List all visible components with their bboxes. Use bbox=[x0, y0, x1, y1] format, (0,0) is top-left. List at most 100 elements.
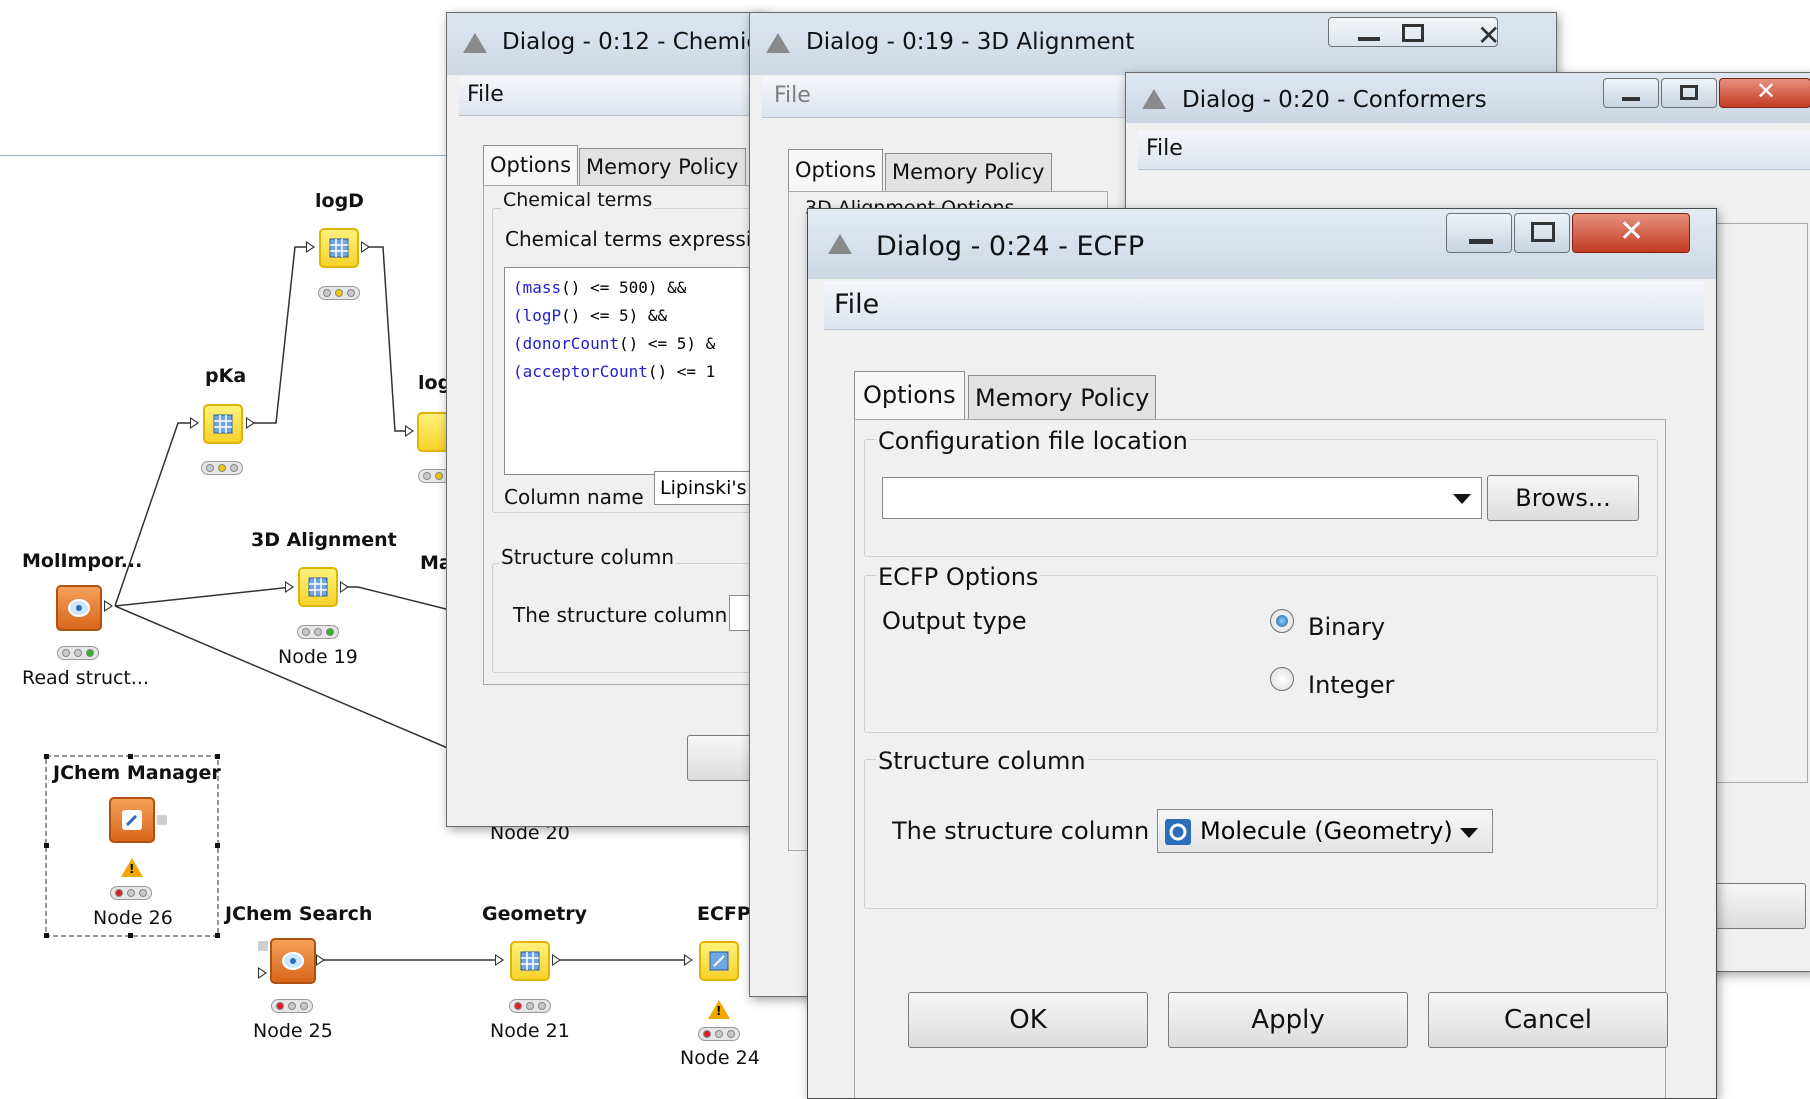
structure-column-label: The structure column bbox=[892, 817, 1150, 845]
warning-icon: ! bbox=[121, 858, 143, 877]
group-label-structure-column: Structure column bbox=[876, 747, 1088, 775]
expression-rest: () <= 1 bbox=[647, 362, 716, 381]
status-lights bbox=[698, 1027, 740, 1041]
wrench-icon bbox=[122, 810, 142, 830]
node-label-node-24: Node 24 bbox=[680, 1047, 760, 1069]
radio-binary[interactable] bbox=[1270, 609, 1294, 633]
tab-options[interactable]: Options bbox=[483, 145, 579, 185]
knime-icon bbox=[828, 234, 852, 254]
grid-icon bbox=[213, 414, 233, 434]
maximize-button[interactable] bbox=[1514, 213, 1570, 253]
connection-molimport-align bbox=[114, 586, 293, 607]
maximize-button[interactable] bbox=[1661, 78, 1717, 108]
connection-molimport-down bbox=[114, 605, 451, 750]
alignment-node-icon[interactable] bbox=[298, 567, 338, 607]
grid-icon bbox=[520, 951, 540, 971]
group-label-config-file: Configuration file location bbox=[876, 427, 1190, 455]
menu-file[interactable]: File bbox=[774, 83, 811, 108]
out-port-icon bbox=[316, 954, 325, 966]
minimize-button[interactable] bbox=[1603, 78, 1659, 108]
menu-file[interactable]: File bbox=[1146, 136, 1183, 161]
ecfp-node-icon[interactable] bbox=[699, 941, 739, 981]
chevron-down-icon bbox=[1453, 494, 1471, 504]
minimize-icon[interactable] bbox=[1358, 37, 1380, 41]
ecfp-options-group bbox=[864, 575, 1658, 733]
close-button[interactable]: ✕ bbox=[1572, 213, 1690, 253]
out-port-icon bbox=[552, 954, 561, 966]
structure-column-value: Molecule (Geometry) bbox=[1200, 817, 1453, 845]
minimize-button[interactable] bbox=[1446, 213, 1512, 253]
in-port-icon bbox=[684, 954, 693, 966]
dialog-ecfp[interactable]: Dialog - 0:24 - ECFP ✕ File Options Memo… bbox=[807, 208, 1717, 1099]
tab-memory-policy[interactable]: Memory Policy bbox=[579, 148, 746, 185]
maximize-icon[interactable] bbox=[1402, 24, 1424, 42]
node-label-node-21: Node 21 bbox=[490, 1020, 570, 1042]
cancel-button[interactable]: Cancel bbox=[1428, 992, 1668, 1048]
molecule-icon bbox=[1165, 819, 1191, 845]
tab-memory-policy[interactable]: Memory Policy bbox=[885, 153, 1052, 191]
expression-line: (mass() <= 500) && bbox=[513, 278, 686, 297]
geometry-node-icon[interactable] bbox=[510, 941, 550, 981]
close-icon: ✕ bbox=[1619, 214, 1645, 249]
dialog-title: Dialog - 0:12 - Chemica bbox=[502, 29, 766, 55]
port-square bbox=[258, 941, 268, 951]
in-port-icon bbox=[405, 425, 414, 437]
group-label-structure-column: Structure column bbox=[499, 545, 677, 569]
config-file-combo[interactable] bbox=[882, 477, 1482, 519]
radio-binary-label[interactable]: Binary bbox=[1308, 613, 1385, 641]
title-bar[interactable]: Dialog - 0:20 - Conformers ✕ bbox=[1126, 73, 1810, 123]
in-port-icon bbox=[306, 241, 315, 253]
browse-button[interactable]: Brows... bbox=[1487, 475, 1639, 521]
status-lights bbox=[201, 461, 243, 475]
node-label-node-26: Node 26 bbox=[93, 907, 173, 929]
connection-logd-log bbox=[368, 246, 410, 432]
menu-file[interactable]: File bbox=[467, 82, 504, 107]
tab-options[interactable]: Options bbox=[788, 149, 884, 191]
close-button[interactable]: ✕ bbox=[1719, 77, 1810, 108]
maximize-icon bbox=[1680, 85, 1698, 100]
dialog-chemical-terms[interactable]: Dialog - 0:12 - Chemica File Options Mem… bbox=[446, 12, 766, 827]
tab-options[interactable]: Options bbox=[854, 371, 965, 419]
status-lights bbox=[509, 999, 551, 1013]
jchem-search-node-icon[interactable] bbox=[270, 938, 316, 984]
knime-icon bbox=[1142, 89, 1166, 109]
out-port-icon bbox=[246, 417, 255, 429]
connection-align-next bbox=[346, 586, 451, 611]
molimporter-node-icon[interactable] bbox=[56, 585, 102, 631]
chevron-down-icon bbox=[1460, 828, 1478, 838]
title-bar[interactable]: Dialog - 0:24 - ECFP ✕ bbox=[808, 209, 1716, 279]
menu-bar: File bbox=[1138, 131, 1810, 170]
structure-column-select[interactable]: Molecule (Geometry) bbox=[1157, 809, 1493, 853]
ok-button[interactable]: OK bbox=[908, 992, 1148, 1048]
menu-bar: File bbox=[824, 281, 1704, 330]
column-name-label: Column name bbox=[504, 485, 644, 509]
expression-fn: (donorCount bbox=[513, 334, 619, 353]
expression-rest: () <= 5) & bbox=[618, 334, 716, 353]
status-lights bbox=[271, 999, 313, 1013]
minimize-icon bbox=[1622, 97, 1640, 101]
out-port-icon bbox=[104, 600, 113, 612]
node-title-jchem-search: JChem Search bbox=[225, 903, 373, 925]
logd-node-icon[interactable] bbox=[319, 228, 359, 268]
apply-button[interactable]: Apply bbox=[1168, 992, 1408, 1048]
tab-memory-policy[interactable]: Memory Policy bbox=[968, 375, 1157, 419]
jchem-manager-node-icon[interactable] bbox=[109, 797, 155, 843]
menu-file[interactable]: File bbox=[834, 289, 879, 320]
title-bar[interactable]: Dialog - 0:19 - 3D Alignment ✕ bbox=[750, 13, 1556, 75]
radio-integer-label[interactable]: Integer bbox=[1308, 671, 1394, 699]
connection-molimport-pka bbox=[114, 422, 196, 607]
in-port-icon bbox=[495, 954, 504, 966]
expression-line: (acceptorCount() <= 1 bbox=[513, 362, 715, 381]
pka-node-icon[interactable] bbox=[203, 404, 243, 444]
title-bar[interactable]: Dialog - 0:12 - Chemica bbox=[447, 13, 765, 75]
radio-integer[interactable] bbox=[1270, 667, 1294, 691]
status-lights bbox=[110, 886, 152, 900]
expression-label: Chemical terms expressio bbox=[505, 227, 764, 251]
expression-line: (donorCount() <= 5) & bbox=[513, 334, 715, 353]
expression-editor[interactable]: (mass() <= 500) && (logP() <= 5) && (don… bbox=[504, 267, 765, 475]
node-title-molimporter: MolImpor... bbox=[22, 550, 143, 572]
group-label-ecfp-options: ECFP Options bbox=[876, 563, 1041, 591]
fingerprint-icon bbox=[709, 951, 729, 971]
close-icon[interactable]: ✕ bbox=[1477, 19, 1500, 52]
minimize-icon bbox=[1469, 239, 1493, 244]
